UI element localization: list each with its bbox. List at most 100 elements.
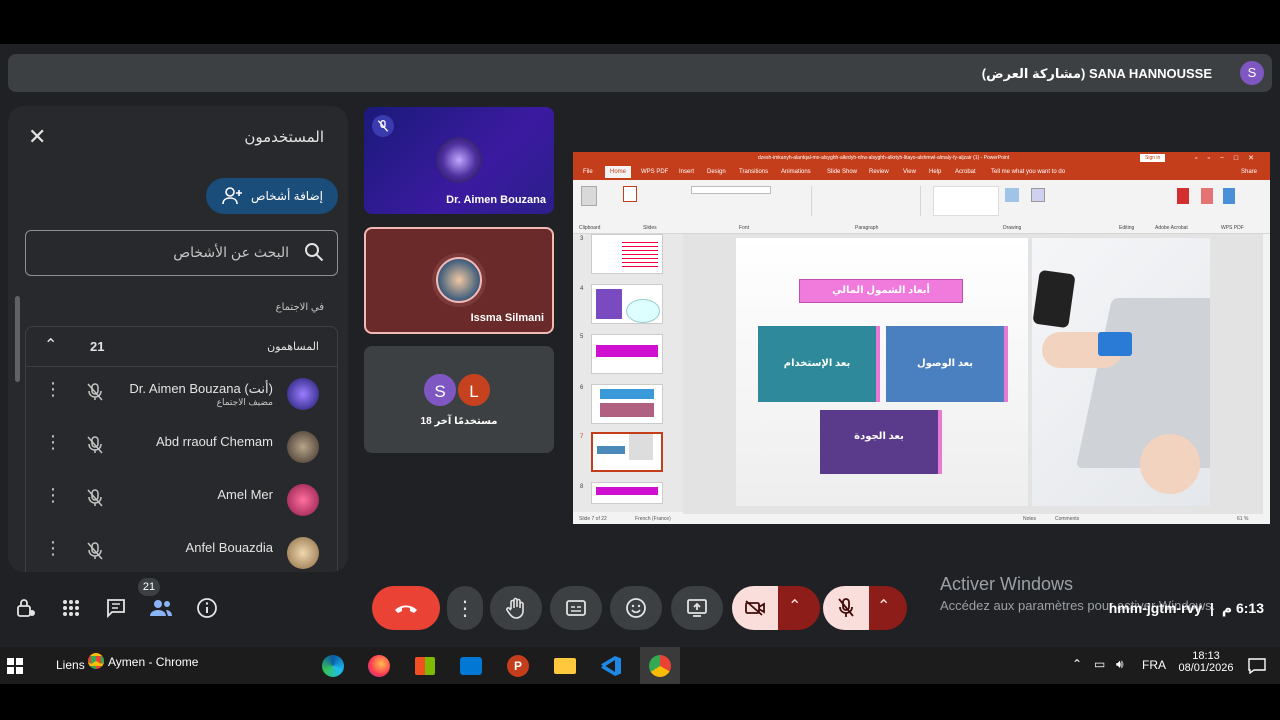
others-count-label: 18 مستخدمًا آخر: [420, 416, 498, 427]
chrome-icon: [88, 653, 104, 669]
chevron-up-icon[interactable]: ⌃: [877, 596, 890, 616]
vscode-icon[interactable]: [598, 653, 624, 679]
separator: |: [1210, 600, 1214, 616]
create-pdf-icon[interactable]: [1177, 188, 1189, 204]
avatar[interactable]: S: [1240, 61, 1264, 85]
participant-tile[interactable]: Issma Silmani: [364, 227, 554, 334]
contributors-header[interactable]: المساهمون 21 ⌃: [26, 327, 337, 367]
chat-icon[interactable]: [104, 596, 128, 620]
start-button[interactable]: [2, 653, 28, 679]
chevron-up-icon[interactable]: ⌃: [788, 596, 801, 616]
links-toolbar[interactable]: Liens: [56, 658, 85, 672]
pp-title: dzesh-imkanyh-alantqal-mn-alsyghh-alkrdy…: [758, 155, 1010, 161]
quick-styles-icon[interactable]: [1031, 188, 1045, 202]
chrome-taskbar-icon[interactable]: [640, 647, 680, 684]
list-item[interactable]: Dr. Aimen Bouzana (أنت) مضيف الاجتماع ⋮: [26, 367, 337, 420]
edge-icon[interactable]: [320, 653, 346, 679]
tell-me-search[interactable]: Tell me what you want to do: [991, 169, 1065, 175]
slide-thumb[interactable]: [591, 284, 663, 324]
language-indicator[interactable]: FRA: [1142, 658, 1166, 672]
people-icon[interactable]: [149, 596, 173, 620]
chrome-window-button[interactable]: Aymen - Chrome: [88, 653, 293, 679]
more-vert-icon[interactable]: ⋮: [44, 538, 62, 559]
tab-file[interactable]: File: [583, 169, 593, 175]
new-slide-icon[interactable]: [623, 186, 637, 202]
raise-hand-button[interactable]: [490, 586, 542, 630]
leave-call-button[interactable]: [372, 586, 440, 630]
mic-group: ⌃: [823, 586, 907, 630]
battery-icon[interactable]: ▭: [1094, 657, 1105, 671]
camera-off-button[interactable]: [732, 586, 778, 630]
close-icon[interactable]: ✕: [28, 124, 46, 150]
tab-transitions[interactable]: Transitions: [739, 169, 768, 175]
captions-button[interactable]: [550, 586, 602, 630]
slide-thumb[interactable]: [591, 334, 663, 374]
file-explorer-icon[interactable]: [552, 653, 578, 679]
pp-ribbon: Clipboard Slides Font Paragraph Drawing …: [573, 180, 1270, 234]
chevron-up-icon[interactable]: ⌃: [1072, 657, 1082, 671]
mic-off-button[interactable]: [823, 586, 869, 630]
group-label: Paragraph: [855, 225, 879, 231]
participant-tile[interactable]: Dr. Aimen Bouzana: [364, 107, 554, 214]
slide-thumb-selected[interactable]: [591, 432, 663, 472]
others-tile[interactable]: S L 18 مستخدمًا آخر: [364, 346, 554, 453]
tab-view[interactable]: View: [903, 169, 916, 175]
presenter-bar: SANA HANNOUSSE (مشاركة العرض) S: [8, 54, 1272, 92]
chevron-up-icon[interactable]: ⌃: [44, 335, 57, 355]
zoom-level[interactable]: 61 %: [1237, 516, 1248, 522]
clock[interactable]: 18:13 08/01/2026: [1176, 650, 1236, 674]
tab-animations[interactable]: Animations: [781, 169, 811, 175]
shapes-gallery[interactable]: [933, 186, 999, 216]
mail-icon[interactable]: [458, 653, 484, 679]
notifications-icon[interactable]: [1244, 653, 1270, 679]
more-options-button[interactable]: ⋮: [447, 586, 483, 630]
powerpoint-icon[interactable]: P: [505, 653, 531, 679]
activities-icon[interactable]: [59, 596, 83, 620]
share-button[interactable]: Share: [1241, 169, 1257, 175]
slide-canvas: أبعاد الشمول المالي بعد الإستخدام بعد ال…: [683, 234, 1263, 514]
tab-wps-pdf[interactable]: WPS PDF: [641, 169, 668, 175]
slide-thumb[interactable]: [591, 234, 663, 274]
search-input[interactable]: البحث عن الأشخاص: [25, 230, 338, 276]
more-vert-icon[interactable]: ⋮: [44, 432, 62, 453]
list-item[interactable]: Amel Mer ⋮: [26, 473, 337, 526]
tab-acrobat[interactable]: Acrobat: [955, 169, 976, 175]
tab-slide-show[interactable]: Slide Show: [827, 169, 857, 175]
firefox-icon[interactable]: [366, 653, 392, 679]
person-name: Anfel Bouazdia: [185, 540, 273, 555]
slide-thumb[interactable]: [591, 384, 663, 424]
more-vert-icon[interactable]: ⋮: [44, 379, 62, 400]
slide-box-usage: بعد الإستخدام: [758, 326, 880, 402]
tab-review[interactable]: Review: [869, 169, 889, 175]
tab-home[interactable]: Home: [605, 166, 632, 178]
more-vert-icon[interactable]: ⋮: [44, 485, 62, 506]
store-icon[interactable]: [412, 653, 438, 679]
tab-help[interactable]: Help: [929, 169, 941, 175]
info-icon[interactable]: [195, 596, 219, 620]
scrollbar[interactable]: [15, 296, 20, 382]
mic-off-icon: [86, 435, 104, 460]
tab-insert[interactable]: Insert: [679, 169, 694, 175]
paste-icon[interactable]: [581, 186, 597, 206]
host-controls-icon[interactable]: [14, 596, 38, 620]
reactions-button[interactable]: [610, 586, 662, 630]
sign-icon[interactable]: [1223, 188, 1235, 204]
sign-in-button[interactable]: Sign in: [1140, 154, 1166, 162]
list-item[interactable]: Abd rraouf Chemam ⋮: [26, 420, 337, 473]
paragraph-controls[interactable]: [811, 186, 921, 216]
list-item[interactable]: Anfel Bouazdia ⋮: [26, 526, 337, 572]
add-people-button[interactable]: إضافة أشخاص: [206, 178, 338, 214]
arrange-icon[interactable]: [1005, 188, 1019, 202]
window-controls[interactable]: ▫▫−□✕: [1195, 154, 1264, 162]
font-controls[interactable]: [691, 186, 771, 194]
create-pdf-icon-2[interactable]: [1201, 188, 1213, 204]
present-screen-button[interactable]: [671, 586, 723, 630]
thumb-number: 5: [580, 334, 584, 340]
search-icon: [305, 243, 324, 262]
comments-button[interactable]: Comments: [1055, 516, 1079, 522]
tab-design[interactable]: Design: [707, 169, 726, 175]
notes-button[interactable]: Notes: [1023, 516, 1036, 522]
slide-title: أبعاد الشمول المالي: [799, 279, 963, 303]
volume-icon[interactable]: 🔊︎: [1116, 657, 1124, 672]
slide-thumb[interactable]: [591, 482, 663, 504]
